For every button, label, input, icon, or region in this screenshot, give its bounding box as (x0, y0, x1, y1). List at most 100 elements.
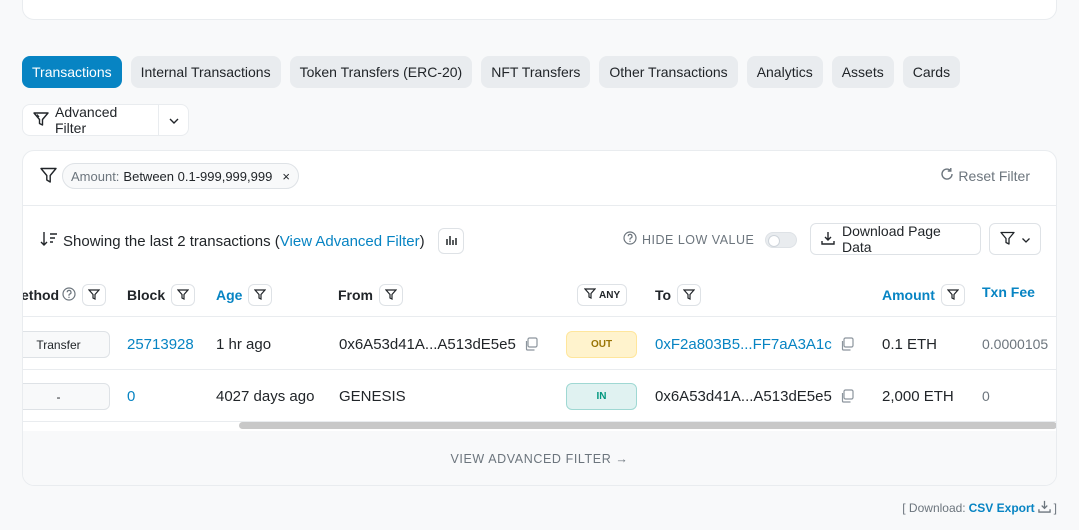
column-age[interactable]: Age (216, 284, 273, 306)
csv-prefix: [ Download: (902, 501, 966, 515)
filter-icon (40, 167, 57, 186)
column-filter-menu-button[interactable] (989, 223, 1041, 255)
bar-chart-icon (445, 233, 457, 250)
filter-icon (946, 287, 960, 303)
copy-icon[interactable] (524, 337, 538, 351)
to-address: 0x6A53d41A...A513dE5e5 (655, 387, 832, 405)
top-card (22, 0, 1057, 20)
view-advanced-filter-footer-label[interactable]: VIEW ADVANCED FILTER → (450, 452, 628, 466)
filter-icon (999, 231, 1015, 248)
filter-icon (87, 287, 101, 303)
direction-badge: OUT (566, 331, 637, 358)
tab-assets[interactable]: Assets (831, 56, 894, 88)
age-cell: 4027 days ago (216, 387, 315, 405)
from-address: GENESIS (339, 387, 406, 405)
method-badge: - (23, 383, 110, 410)
advanced-filter-icon (33, 111, 49, 129)
fee-cell: 0.0000105 (982, 336, 1049, 352)
download-page-data-button[interactable]: Download Page Data (810, 223, 981, 255)
csv-suffix: ] (1053, 501, 1057, 515)
to-cell: 0x6A53d41A...A513dE5e5 (655, 370, 854, 422)
from-filter-button[interactable] (379, 284, 403, 306)
csv-download: [ Download: CSV Export ] (902, 500, 1057, 516)
chip-value: Between 0.1-999,999,999 (123, 168, 273, 184)
tab-token-transfers[interactable]: Token Transfers (ERC-20) (289, 56, 473, 88)
column-block: Block (127, 284, 196, 306)
table-row: Transfer 25713928 1 hr ago 0x6A53d41A...… (23, 318, 1056, 370)
horizontal-scrollbar[interactable] (239, 422, 1056, 429)
column-txn-fee[interactable]: Txn Fee (982, 284, 1035, 300)
help-circle-icon (623, 231, 637, 248)
column-block-label: Block (127, 287, 166, 303)
direction-filter-label: ANY (599, 289, 621, 301)
filter-icon (384, 287, 398, 303)
to-cell: 0xF2a803B5...FF7aA3A1c (655, 318, 854, 370)
view-advanced-filter-footer[interactable]: VIEW ADVANCED FILTER → (23, 431, 1056, 485)
tab-internal-transactions[interactable]: Internal Transactions (130, 56, 281, 88)
copy-icon[interactable] (840, 389, 854, 403)
column-to-label: To (655, 287, 672, 303)
method-badge: Transfer (23, 331, 110, 358)
advanced-filter-main[interactable]: Advanced Filter (23, 104, 159, 136)
tab-analytics[interactable]: Analytics (746, 56, 823, 88)
close-icon[interactable]: × (282, 169, 290, 184)
method-filter-button[interactable] (82, 284, 107, 306)
column-age-label[interactable]: Age (216, 287, 242, 303)
reset-filter-button[interactable]: Reset Filter (940, 167, 1030, 184)
copy-icon[interactable] (840, 337, 854, 351)
help-circle-icon (62, 286, 76, 304)
chart-button[interactable] (437, 228, 464, 254)
column-amount[interactable]: Amount (882, 284, 965, 306)
tab-nft-transfers[interactable]: NFT Transfers (481, 56, 591, 88)
block-link[interactable]: 0 (127, 370, 135, 422)
filter-icon (682, 287, 696, 303)
summary-suffix: ) (419, 232, 425, 250)
block-filter-button[interactable] (171, 284, 196, 306)
view-advanced-filter-link[interactable]: View Advanced Filter (280, 233, 420, 250)
age-filter-button[interactable] (248, 284, 273, 306)
column-from: From (338, 284, 403, 306)
to-filter-button[interactable] (677, 284, 702, 306)
tab-bar: Transactions Internal Transactions Token… (22, 56, 961, 88)
column-from-label: From (338, 287, 373, 303)
column-txn-fee-label[interactable]: Txn Fee (982, 284, 1035, 300)
tab-cards[interactable]: Cards (902, 56, 961, 88)
amount-filter-button[interactable] (940, 284, 965, 306)
from-cell: 0x6A53d41A...A513dE5e5 (339, 318, 538, 370)
fee-cell: 0 (982, 388, 990, 404)
column-amount-label[interactable]: Amount (882, 287, 935, 303)
reset-filter-label: Reset Filter (958, 167, 1030, 184)
hide-low-value-label: HIDE LOW VALUE (642, 232, 755, 247)
hide-low-value-toggle-group: HIDE LOW VALUE (623, 231, 798, 248)
tab-transactions[interactable]: Transactions (22, 56, 122, 88)
download-page-data-label: Download Page Data (842, 223, 941, 255)
table-row: - 0 4027 days ago GENESIS IN 0x6A53d41A.… (23, 370, 1056, 422)
download-icon (1037, 500, 1051, 516)
to-address[interactable]: 0xF2a803B5...FF7aA3A1c (655, 336, 832, 353)
refresh-icon (940, 167, 954, 184)
advanced-filter-dropdown[interactable] (159, 105, 188, 135)
csv-export-link[interactable]: CSV Export (969, 501, 1035, 515)
chevron-down-icon (168, 112, 180, 128)
direction-badge: IN (566, 383, 637, 410)
download-icon (821, 231, 835, 248)
block-link[interactable]: 25713928 (127, 318, 194, 370)
filter-icon (176, 287, 190, 303)
summary: Showing the last 2 transactions (View Ad… (40, 228, 464, 254)
column-direction: ANY (577, 284, 628, 306)
advanced-filter-button[interactable]: Advanced Filter (22, 104, 189, 136)
sort-desc-icon (40, 231, 58, 251)
amount-cell: 0.1 ETH (882, 335, 938, 353)
chip-key: Amount: (71, 168, 120, 184)
tab-other-transactions[interactable]: Other Transactions (599, 56, 738, 88)
summary-bar: Showing the last 2 transactions (View Ad… (23, 207, 1056, 269)
column-method-label: ethod (22, 287, 60, 303)
summary-text: Showing the last 2 transactions ( (63, 232, 280, 250)
table-header: ethod Block Age From ANY To Amount Txn F… (23, 269, 1056, 317)
from-address[interactable]: 0x6A53d41A...A513dE5e5 (339, 336, 516, 353)
column-to: To (655, 284, 702, 306)
filter-icon (583, 288, 597, 302)
age-cell: 1 hr ago (216, 335, 272, 353)
hide-low-value-toggle[interactable] (765, 231, 798, 248)
direction-filter-button[interactable]: ANY (577, 284, 628, 306)
